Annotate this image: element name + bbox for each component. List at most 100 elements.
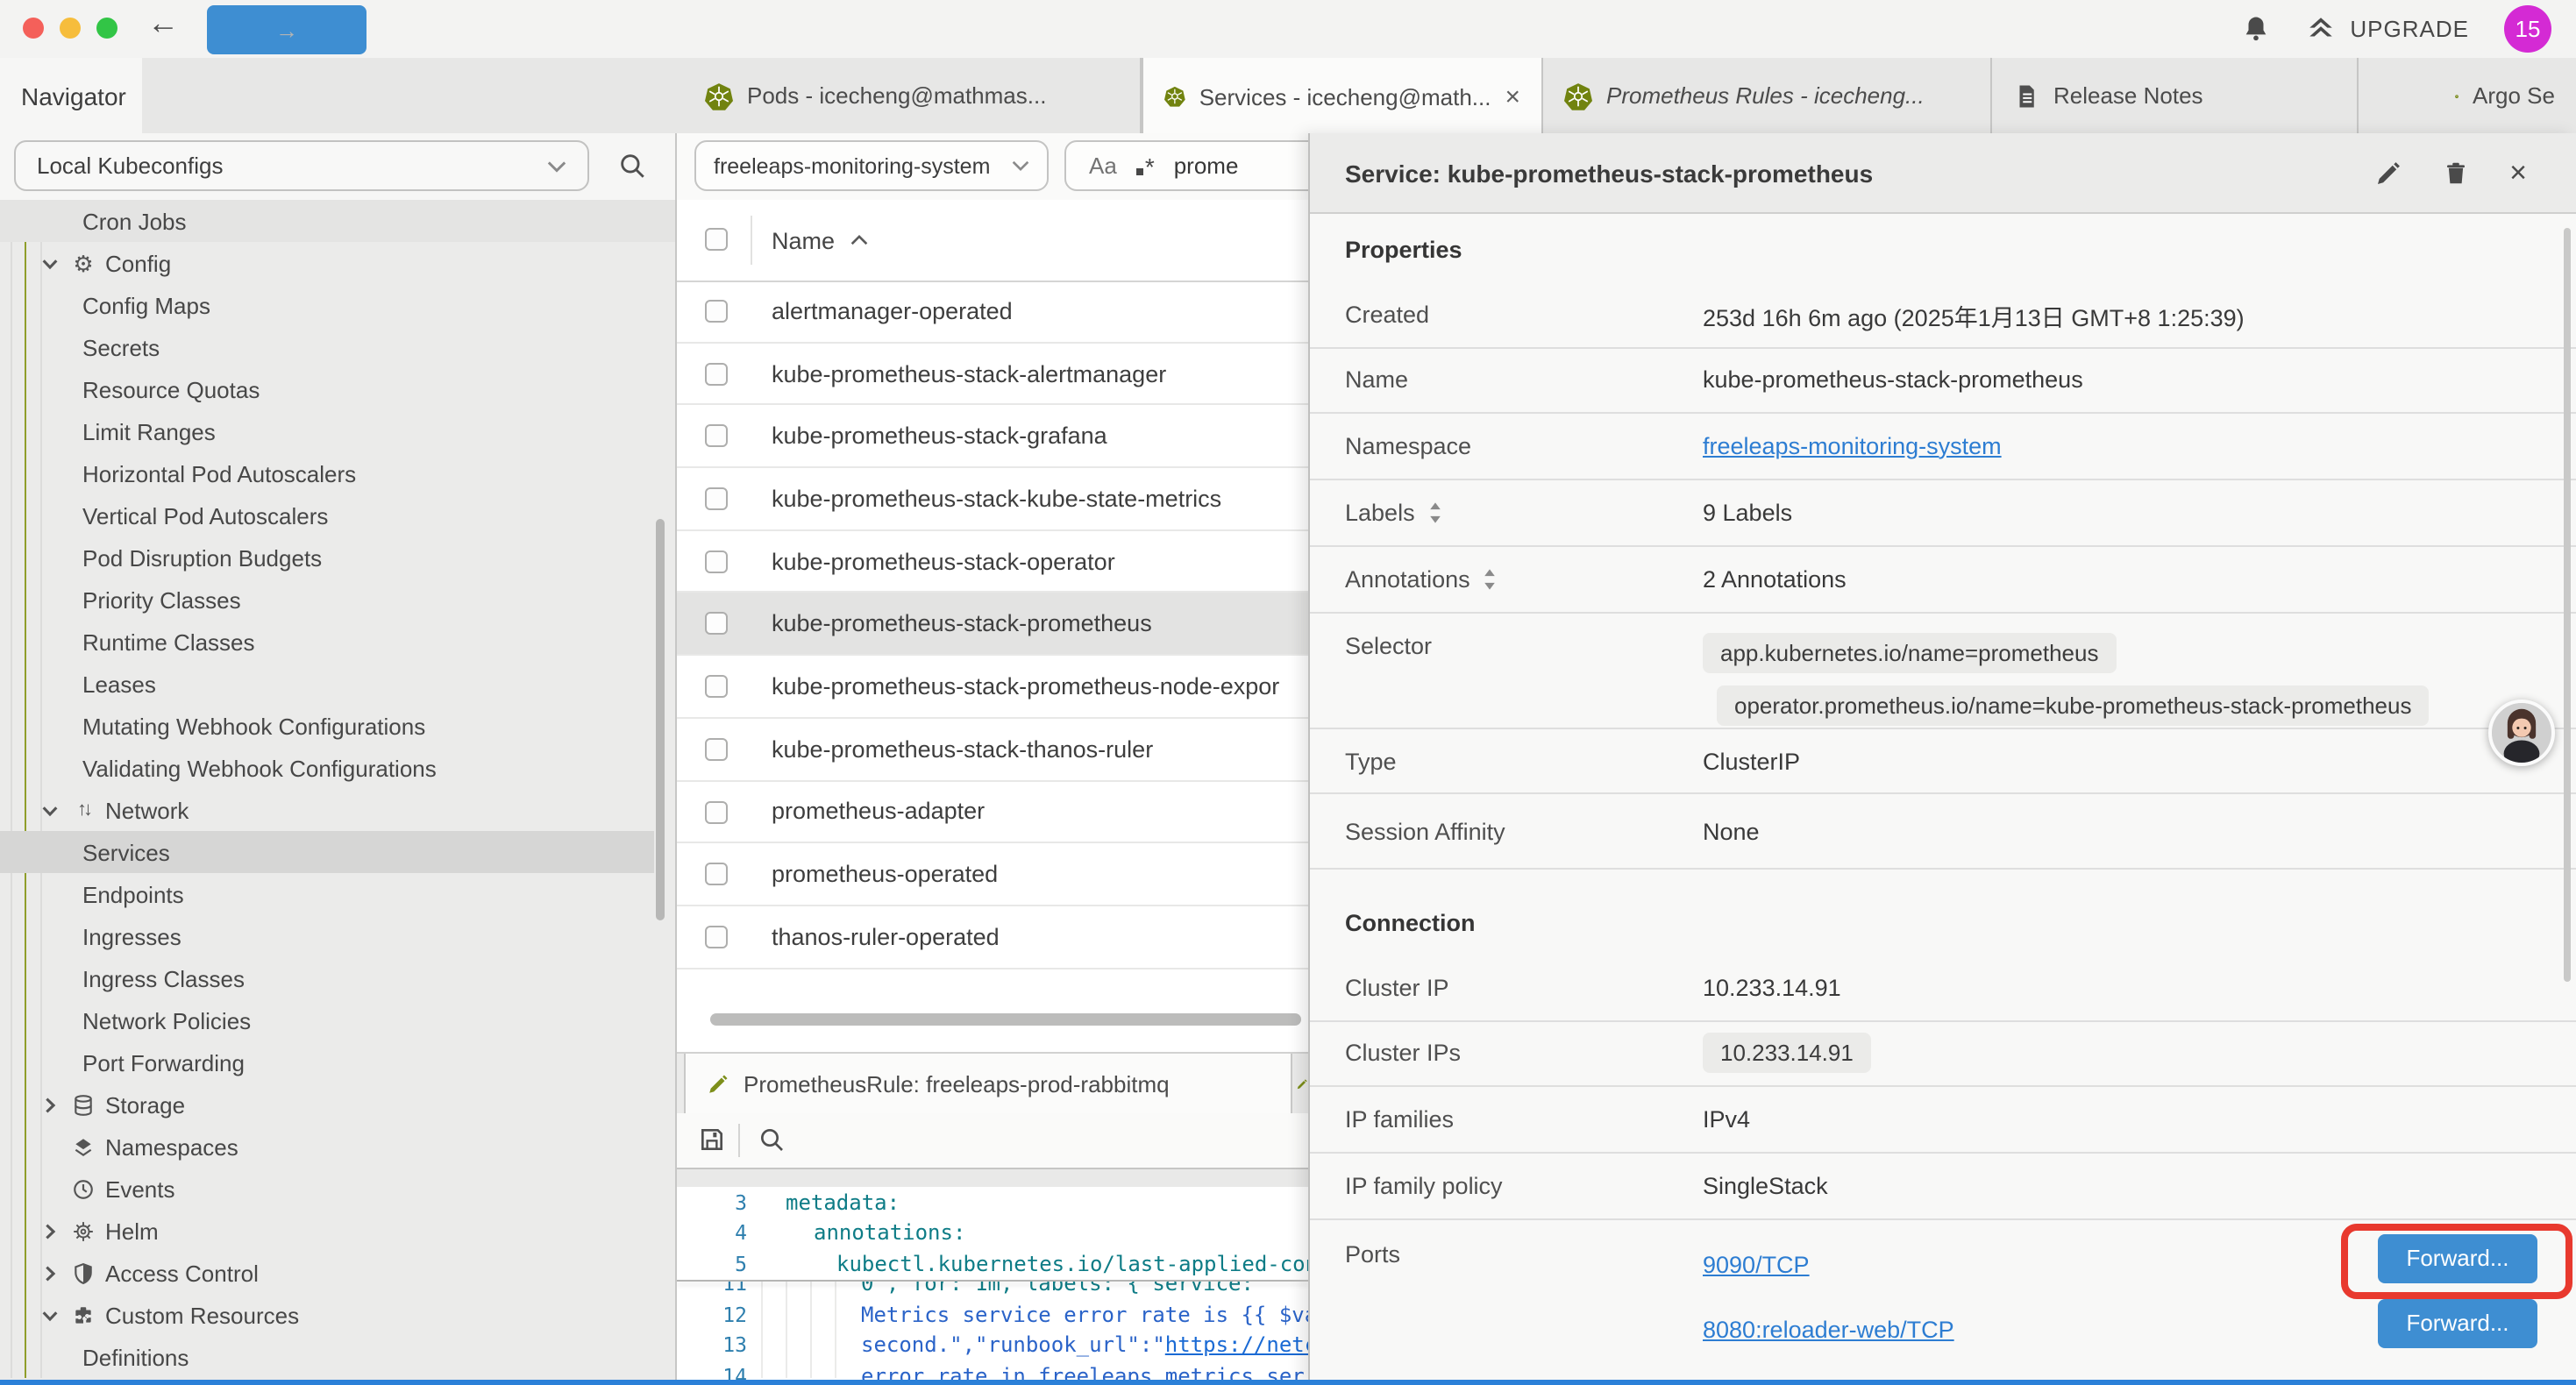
sort-updown-icon[interactable]: [1427, 501, 1443, 524]
detail-scrollbar-thumb[interactable]: [2564, 228, 2571, 982]
annotations-count[interactable]: 2 Annotations: [1703, 566, 1847, 593]
navigator-panel-tab[interactable]: Navigator: [0, 58, 142, 135]
save-icon[interactable]: [698, 1126, 726, 1154]
table-row[interactable]: kube-prometheus-stack-thanos-ruler: [677, 719, 1308, 781]
row-checkbox[interactable]: [705, 362, 728, 385]
row-checkbox[interactable]: [705, 613, 728, 636]
row-checkbox[interactable]: [705, 926, 728, 948]
close-tab-icon[interactable]: ×: [1505, 82, 1520, 111]
notifications-bell-icon[interactable]: [2241, 14, 2271, 44]
port-link-8080[interactable]: 8080:reloader-web/TCP: [1703, 1318, 1954, 1344]
tab-argo[interactable]: Argo Se: [2359, 58, 2576, 133]
row-checkbox[interactable]: [705, 300, 728, 323]
table-row[interactable]: thanos-ruler-operated: [677, 906, 1308, 969]
sidebar-group-access-control[interactable]: Access Control: [0, 1252, 675, 1294]
sidebar-item-priority-classes[interactable]: Priority Classes: [0, 579, 675, 621]
search-icon[interactable]: [758, 1126, 786, 1154]
maximize-window-button[interactable]: [96, 18, 117, 39]
row-checkbox[interactable]: [705, 550, 728, 573]
back-button[interactable]: ←: [147, 5, 179, 42]
notification-count-badge[interactable]: 15: [2504, 5, 2551, 53]
chevron-down-icon[interactable]: [39, 253, 61, 273]
kubeconfig-select[interactable]: Local Kubeconfigs: [14, 140, 589, 191]
sidebar-item-config-maps[interactable]: Config Maps: [0, 284, 675, 326]
sidebar-group-helm[interactable]: Helm: [0, 1210, 675, 1252]
sidebar-item-runtime-classes[interactable]: Runtime Classes: [0, 621, 675, 663]
sidebar-item-services[interactable]: Services: [0, 831, 654, 873]
match-case-toggle[interactable]: Aa: [1089, 153, 1117, 179]
port-link-9090[interactable]: 9090/TCP: [1703, 1253, 1810, 1279]
sidebar-group-config[interactable]: ⚙ Config: [0, 242, 675, 284]
sidebar-item-validating-webhook-configurations[interactable]: Validating Webhook Configurations: [0, 747, 675, 789]
forward-button[interactable]: →: [207, 5, 366, 54]
chevron-right-icon[interactable]: [39, 1263, 61, 1282]
row-checkbox[interactable]: [705, 675, 728, 698]
sidebar-item-ingresses[interactable]: Ingresses: [0, 915, 675, 957]
sidebar-item-leases[interactable]: Leases: [0, 663, 675, 705]
row-checkbox[interactable]: [705, 800, 728, 823]
labels-count[interactable]: 9 Labels: [1703, 500, 1792, 526]
chevron-right-icon[interactable]: [39, 1095, 61, 1114]
table-row[interactable]: kube-prometheus-stack-prometheus-node-ex…: [677, 656, 1308, 718]
editor-tab-partial[interactable]: [1296, 1054, 1308, 1113]
editor-tab-prometheusrule[interactable]: PrometheusRule: freeleaps-prod-rabbitmq: [684, 1054, 1292, 1113]
sidebar-item-pod-disruption-budgets[interactable]: Pod Disruption Budgets: [0, 536, 675, 579]
tab-services[interactable]: Services - icecheng@math... ×: [1142, 58, 1543, 133]
sidebar-group-network[interactable]: ↑↓ Network: [0, 789, 675, 831]
namespace-link[interactable]: freeleaps-monitoring-system: [1703, 433, 2002, 459]
chevron-down-icon[interactable]: [39, 800, 61, 820]
horizontal-scrollbar-thumb[interactable]: [710, 1013, 1301, 1026]
table-row[interactable]: alertmanager-operated: [677, 281, 1308, 343]
namespace-select[interactable]: freeleaps-monitoring-system: [694, 140, 1049, 191]
close-icon[interactable]: ×: [2509, 160, 2527, 185]
sidebar-item-secrets[interactable]: Secrets: [0, 326, 675, 368]
select-all-checkbox[interactable]: [705, 228, 728, 251]
search-icon[interactable]: [617, 151, 647, 181]
avatar[interactable]: [2488, 700, 2555, 766]
sidebar-group-custom-resources[interactable]: Custom Resources: [0, 1294, 675, 1336]
sidebar-item-ingress-classes[interactable]: Ingress Classes: [0, 957, 675, 999]
table-row[interactable]: kube-prometheus-stack-operator: [677, 531, 1308, 593]
yaml-editor[interactable]: 3metadata: 4annotations: 5kubectl.kubern…: [677, 1187, 1308, 1385]
row-checkbox[interactable]: [705, 425, 728, 448]
name-column-header[interactable]: Name: [772, 200, 835, 281]
sidebar-item-horizontal-pod-autoscalers[interactable]: Horizontal Pod Autoscalers: [0, 452, 675, 494]
sidebar-item-definitions[interactable]: Definitions: [0, 1336, 675, 1378]
tab-prometheus-rules[interactable]: Prometheus Rules - icecheng...: [1543, 58, 1992, 133]
sidebar-item-mutating-webhook-configurations[interactable]: Mutating Webhook Configurations: [0, 705, 675, 747]
sidebar-item-resource-quotas[interactable]: Resource Quotas: [0, 368, 675, 410]
upgrade-button[interactable]: UPGRADE: [2306, 14, 2469, 44]
sidebar-group-storage[interactable]: Storage: [0, 1083, 675, 1126]
filter-input[interactable]: Aa * prome: [1064, 140, 1308, 191]
close-window-button[interactable]: [23, 18, 44, 39]
tab-release-notes[interactable]: Release Notes: [1992, 58, 2359, 133]
table-row-selected[interactable]: kube-prometheus-stack-prometheus: [677, 593, 1308, 656]
row-checkbox[interactable]: [705, 738, 728, 761]
row-checkbox[interactable]: [705, 863, 728, 885]
edit-pencil-icon[interactable]: [2374, 159, 2402, 187]
forward-port-button[interactable]: Forward...: [2378, 1299, 2537, 1348]
minimize-window-button[interactable]: [60, 18, 81, 39]
chevron-right-icon[interactable]: [39, 1221, 61, 1240]
sidebar-item-limit-ranges[interactable]: Limit Ranges: [0, 410, 675, 452]
table-row[interactable]: prometheus-adapter: [677, 781, 1308, 843]
sidebar-item-network-policies[interactable]: Network Policies: [0, 999, 675, 1041]
table-row[interactable]: kube-prometheus-stack-alertmanager: [677, 343, 1308, 405]
sidebar-item-namespaces[interactable]: Namespaces: [0, 1126, 675, 1168]
regex-toggle[interactable]: *: [1136, 152, 1155, 180]
sidebar-item-port-forwarding[interactable]: Port Forwarding: [0, 1041, 675, 1083]
sort-updown-icon[interactable]: [1483, 568, 1498, 591]
chevron-down-icon[interactable]: [39, 1305, 61, 1325]
table-row[interactable]: kube-prometheus-stack-kube-state-metrics: [677, 468, 1308, 530]
table-row[interactable]: kube-prometheus-stack-grafana: [677, 406, 1308, 468]
sidebar-item-events[interactable]: Events: [0, 1168, 675, 1210]
table-row[interactable]: prometheus-operated: [677, 843, 1308, 906]
tab-pods[interactable]: Pods - icecheng@mathmas...: [684, 58, 1142, 133]
sidebar-item-endpoints[interactable]: Endpoints: [0, 873, 675, 915]
sidebar-scrollbar-thumb[interactable]: [656, 519, 665, 920]
runbook-url-link[interactable]: https://netc: [1165, 1332, 1308, 1357]
sidebar-item-vertical-pod-autoscalers[interactable]: Vertical Pod Autoscalers: [0, 494, 675, 536]
delete-trash-icon[interactable]: [2443, 159, 2469, 187]
row-checkbox[interactable]: [705, 487, 728, 510]
sort-ascending-icon[interactable]: [850, 233, 868, 247]
